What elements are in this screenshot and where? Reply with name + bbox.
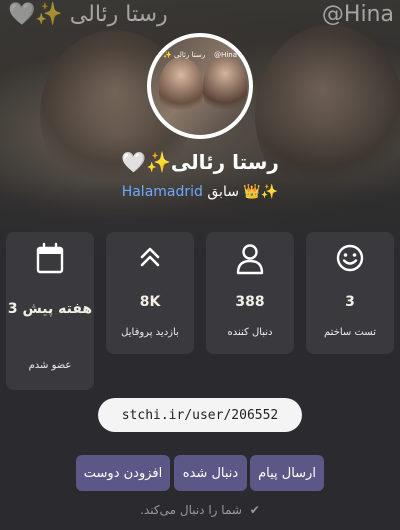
avatar[interactable]: رستا رئالی ✨ @Hina [147, 33, 253, 139]
avatar-person-right [203, 55, 247, 117]
stat-visits-value: 8K [139, 294, 161, 310]
stat-visits-label: بازدید پروفایل [121, 327, 179, 338]
stat-card-followers[interactable]: 388 دنبال کننده [206, 232, 294, 354]
stat-followers-label: دنبال کننده [227, 327, 273, 338]
stat-member-label: عضو شدم [28, 360, 72, 371]
profile-url[interactable]: stchi.ir/user/206552 [98, 398, 302, 432]
double-chevron-up-icon [106, 242, 194, 276]
subtitle-link[interactable]: Halamadrid [122, 184, 203, 200]
stat-card-tests[interactable]: 3 تست ساختم [306, 232, 394, 354]
user-icon [206, 242, 294, 276]
profile-subtitle: ✨👑 سابق Halamadrid [0, 184, 400, 200]
add-friend-button[interactable]: افزودن دوست [76, 455, 170, 491]
cover-caption-left: رستا رئالی ✨🤍 [8, 2, 168, 27]
calendar-icon [6, 242, 94, 276]
avatar-caption-left: رستا رئالی ✨ [163, 51, 206, 59]
subtitle-text: سابق [207, 184, 239, 200]
stat-card-member-since[interactable]: 3 هفته پیش عضو شدم [6, 232, 94, 390]
send-message-button[interactable]: ارسال پیام [250, 455, 324, 491]
smiley-icon [306, 242, 394, 276]
stat-member-value: 3 هفته پیش [7, 301, 93, 317]
follows-you-note: ✔ شما را دنبال می‌کند. [0, 503, 400, 517]
cover-person-right [255, 25, 400, 205]
avatar-person-left [159, 57, 203, 117]
following-button[interactable]: دنبال شده [174, 455, 247, 491]
stat-followers-value: 388 [235, 294, 265, 310]
stat-card-visits[interactable]: 8K بازدید پروفایل [106, 232, 194, 354]
subtitle-emoji: ✨👑 [243, 184, 279, 200]
follows-you-text: شما را دنبال می‌کند. [140, 503, 242, 517]
profile-name: رستا رئالی✨🤍 [121, 150, 279, 174]
check-icon: ✔ [249, 503, 260, 517]
stat-tests-value: 3 [345, 294, 355, 310]
stat-tests-label: تست ساختم [324, 327, 376, 338]
cover-caption-right: @Hina [321, 2, 394, 27]
stats-grid: 3 تست ساختم 388 دنبال کننده 8K بازدید پر… [6, 232, 394, 392]
avatar-caption-right: @Hina [214, 51, 237, 59]
